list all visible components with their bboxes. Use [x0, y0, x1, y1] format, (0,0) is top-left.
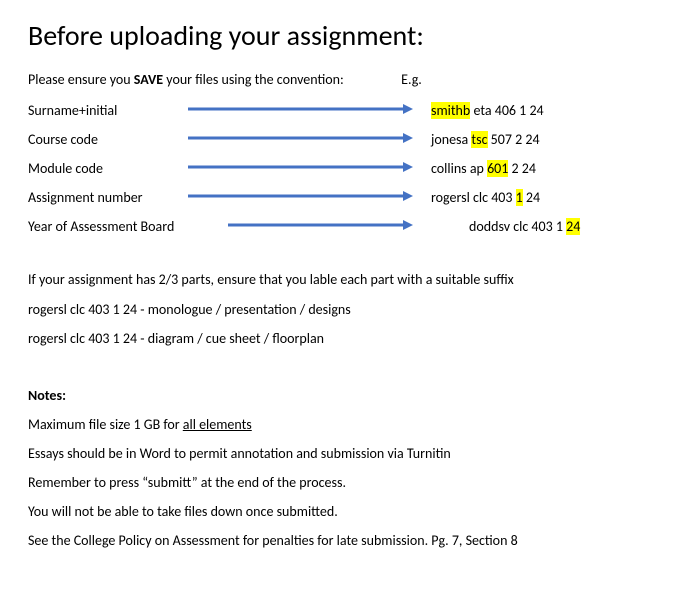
example-hl: smithb — [431, 102, 470, 119]
arrow-assignment — [188, 189, 413, 206]
intro-left-strong: SAVE — [134, 71, 163, 88]
part-example-2: rogersl clc 403 1 24 - diagram / cue she… — [28, 330, 662, 347]
label-course: Course code — [28, 131, 188, 148]
label-module: Module code — [28, 160, 188, 177]
note-line-4: You will not be able to take files down … — [28, 503, 662, 520]
label-year: Year of Assessment Board — [28, 218, 188, 235]
notes-heading: Notes: — [28, 387, 662, 404]
example-assignment: rogersl clc 403 1 24 — [431, 189, 662, 206]
intro-line: Please ensure you SAVE your files using … — [28, 71, 662, 88]
example-post: eta 406 1 24 — [470, 102, 543, 119]
example-year: doddsv clc 403 1 24 — [469, 218, 662, 235]
example-pre: jonesa — [431, 131, 471, 148]
note1-pre: Maximum file size 1 GB for — [28, 416, 183, 433]
example-post: 507 2 24 — [488, 131, 540, 148]
example-pre: collins ap — [431, 160, 487, 177]
label-surname: Surname+initial — [28, 102, 188, 119]
arrow-icon — [188, 190, 413, 202]
intro-right: E.g. — [401, 71, 422, 88]
note-line-2: Essays should be in Word to permit annot… — [28, 445, 662, 462]
example-hl: 1 — [516, 189, 523, 206]
arrow-course — [188, 131, 413, 148]
note-line-1: Maximum file size 1 GB for all elements — [28, 416, 662, 433]
example-hl: 601 — [487, 160, 508, 177]
parts-intro: If your assignment has 2/3 parts, ensure… — [28, 271, 662, 289]
document-page: Before uploading your assignment: Please… — [0, 0, 690, 559]
convention-row-surname: Surname+initial smithb eta 406 1 24 — [28, 102, 662, 119]
convention-row-assignment: Assignment number rogersl clc 403 1 24 — [28, 189, 662, 206]
note-line-5: See the College Policy on Assessment for… — [28, 532, 662, 549]
example-pre: rogersl clc 403 — [431, 189, 516, 206]
arrow-icon — [228, 219, 413, 231]
arrow-module — [188, 160, 413, 177]
example-post: 24 — [523, 189, 540, 206]
note1-underline: all elements — [183, 416, 252, 433]
example-course: jonesa tsc 507 2 24 — [431, 131, 662, 148]
example-hl: 24 — [566, 218, 580, 235]
example-hl: tsc — [471, 131, 487, 148]
intro-left-pre: Please ensure you — [28, 71, 134, 88]
page-title: Before uploading your assignment: — [28, 18, 662, 53]
arrow-icon — [188, 103, 413, 115]
arrow-surname — [188, 102, 413, 119]
example-surname: smithb eta 406 1 24 — [431, 102, 662, 119]
convention-row-module: Module code collins ap 601 2 24 — [28, 160, 662, 177]
intro-left: Please ensure you SAVE your files using … — [28, 71, 398, 88]
note-line-3: Remember to press “submitt” at the end o… — [28, 474, 662, 491]
example-pre: doddsv clc 403 1 — [469, 218, 566, 235]
arrow-year — [228, 218, 413, 235]
intro-left-post: your files using the convention: — [163, 71, 344, 88]
convention-row-course: Course code jonesa tsc 507 2 24 — [28, 131, 662, 148]
arrow-icon — [188, 161, 413, 173]
label-assignment: Assignment number — [28, 189, 188, 206]
example-post: 2 24 — [508, 160, 536, 177]
arrow-icon — [188, 132, 413, 144]
convention-row-year: Year of Assessment Board doddsv clc 403 … — [28, 218, 662, 235]
example-module: collins ap 601 2 24 — [431, 160, 662, 177]
part-example-1: rogersl clc 403 1 24 - monologue / prese… — [28, 301, 662, 318]
